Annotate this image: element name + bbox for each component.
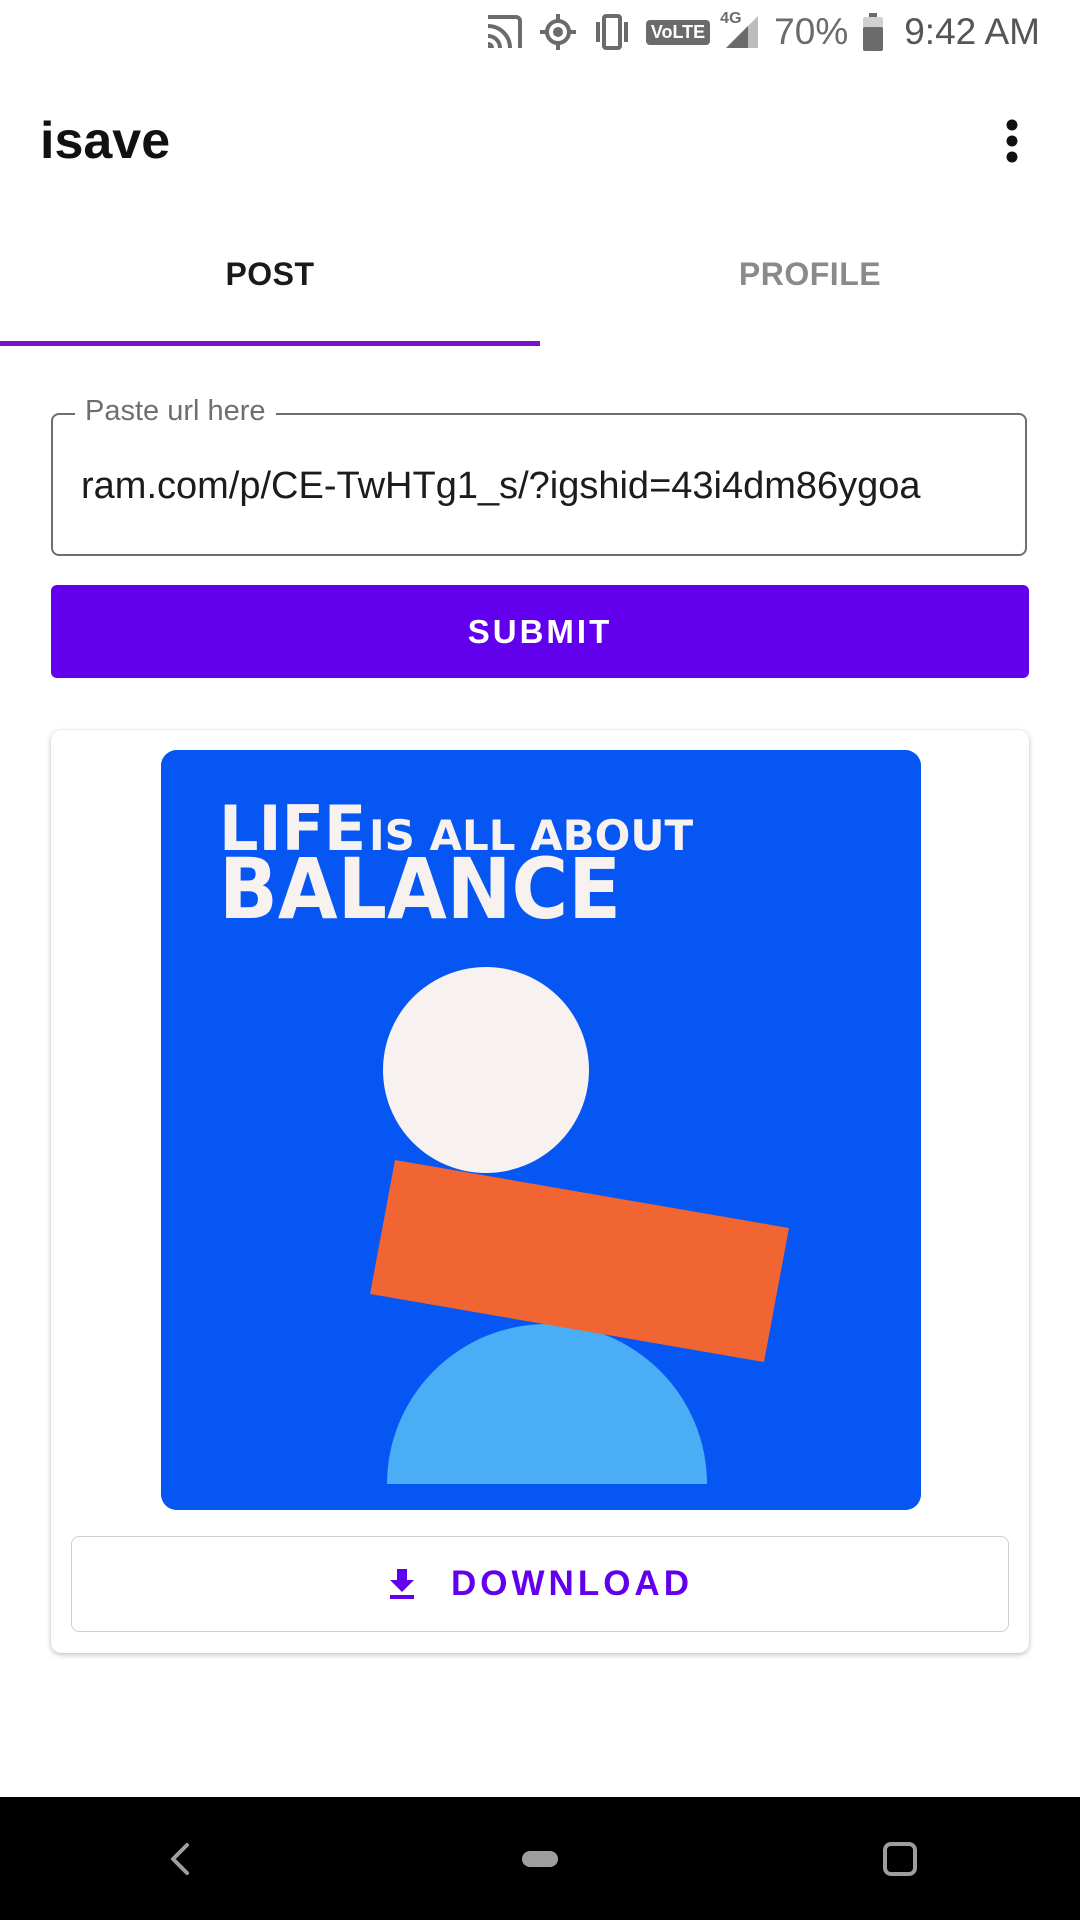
vibrate-icon <box>592 12 632 52</box>
nav-recents-button[interactable] <box>840 1809 960 1909</box>
volte-icon: VoLTE <box>645 19 711 45</box>
battery-percent: 70% <box>774 11 849 52</box>
battery-icon <box>862 12 884 52</box>
overflow-menu-button[interactable] <box>982 101 1042 181</box>
nav-back-button[interactable] <box>120 1809 240 1909</box>
url-input[interactable] <box>81 465 997 508</box>
nav-home-button[interactable] <box>480 1809 600 1909</box>
cast-icon <box>484 12 524 52</box>
tab-post[interactable]: POST <box>0 218 540 346</box>
tab-profile[interactable]: PROFILE <box>540 218 1080 346</box>
recents-icon <box>883 1841 917 1876</box>
app-title: isave <box>40 112 171 170</box>
clock: 9:42 AM <box>904 11 1040 52</box>
post-image-artwork: LIFE IS ALL ABOUT BALANCE <box>161 750 921 1510</box>
tab-indicator <box>0 341 540 346</box>
url-field[interactable]: Paste url here <box>51 395 1027 556</box>
tab-bar: POST PROFILE <box>0 218 1080 346</box>
download-button[interactable]: DOWNLOAD <box>71 1536 1009 1632</box>
network-type: 4G <box>720 10 742 27</box>
more-vert-icon <box>1006 119 1018 163</box>
signal-icon: 4G <box>720 10 760 50</box>
submit-button[interactable]: SUBMIT <box>51 585 1029 678</box>
post-image[interactable]: LIFE IS ALL ABOUT BALANCE <box>161 750 921 1510</box>
status-bar: VoLTE 4G 70% 9:42 AM <box>0 0 1080 64</box>
home-pill-icon <box>522 1850 558 1867</box>
post-card: LIFE IS ALL ABOUT BALANCE DOWNLOAD <box>51 730 1029 1653</box>
download-icon <box>390 1569 415 1599</box>
download-label: DOWNLOAD <box>451 1564 693 1603</box>
image-circle <box>383 967 589 1173</box>
url-field-label: Paste url here <box>75 395 276 428</box>
app-bar: isave <box>0 64 1080 218</box>
system-nav-bar <box>0 1797 1080 1920</box>
back-icon <box>171 1842 189 1875</box>
image-text-balance: BALANCE <box>219 840 621 938</box>
location-icon <box>538 12 578 52</box>
